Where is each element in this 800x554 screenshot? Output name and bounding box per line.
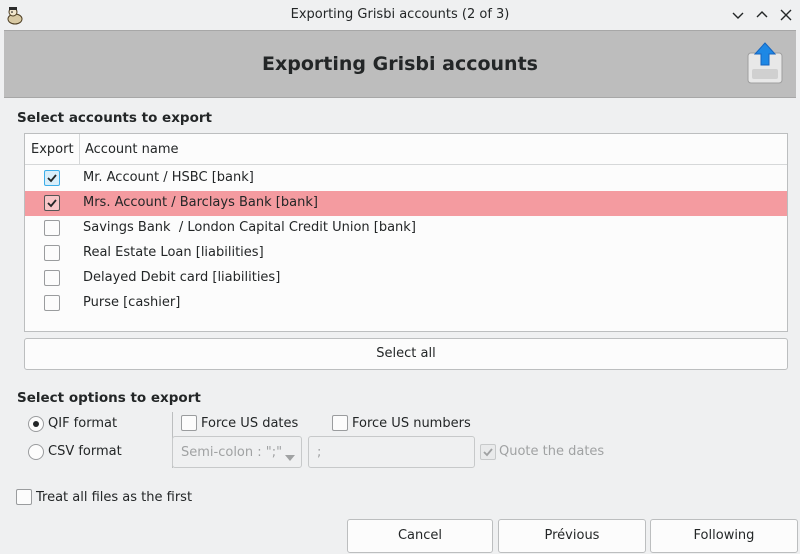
column-header-account-name[interactable]: Account name — [85, 142, 179, 157]
maximize-icon[interactable] — [753, 6, 771, 24]
force-us-dates-checkbox[interactable] — [181, 415, 197, 431]
export-upload-icon — [744, 39, 786, 87]
cancel-label: Cancel — [397, 528, 443, 543]
accounts-table[interactable]: Export Account name Mr. Account / HSBC [… — [24, 133, 788, 332]
separator-combobox[interactable]: Semi-colon : ";" — [172, 436, 302, 468]
export-checkbox[interactable] — [44, 295, 60, 311]
column-divider — [79, 134, 80, 165]
header-title: Exporting Grisbi accounts — [262, 53, 538, 75]
account-name: Mr. Account / HSBC [bank] — [83, 170, 254, 185]
account-name: Mrs. Account / Barclays Bank [bank] — [83, 195, 318, 210]
quote-dates-label[interactable]: Quote the dates — [499, 444, 604, 459]
account-name: Real Estate Loan [liabilities] — [83, 245, 264, 260]
force-us-numbers-label[interactable]: Force US numbers — [352, 416, 471, 431]
previous-button[interactable]: Prévious — [498, 519, 646, 553]
chevron-down-icon — [285, 450, 295, 465]
force-us-dates-label[interactable]: Force US dates — [201, 416, 298, 431]
column-header-export[interactable]: Export — [31, 142, 74, 157]
force-us-numbers-checkbox[interactable] — [332, 415, 348, 431]
table-row-selected[interactable]: Mrs. Account / Barclays Bank [bank] — [25, 191, 787, 216]
accounts-section-label: Select accounts to export — [17, 110, 212, 126]
close-icon[interactable] — [777, 6, 795, 24]
qif-format-radio[interactable] — [28, 416, 44, 432]
account-name: Purse [cashier] — [83, 295, 181, 310]
select-all-button[interactable]: Select all — [24, 338, 788, 370]
options-section-label: Select options to export — [17, 390, 201, 406]
table-row[interactable]: Savings Bank / London Capital Credit Uni… — [25, 216, 787, 241]
separator-text-value: ; — [317, 445, 322, 460]
select-all-label: Select all — [376, 346, 436, 361]
export-checkbox[interactable] — [44, 220, 60, 236]
previous-label: Prévious — [544, 528, 600, 543]
treat-all-label[interactable]: Treat all files as the first — [36, 490, 192, 505]
separator-text-field[interactable]: ; — [308, 436, 475, 468]
export-checkbox[interactable] — [44, 245, 60, 261]
following-label: Following — [693, 528, 755, 543]
assistant-header: Exporting Grisbi accounts — [4, 30, 796, 98]
separator-value: Semi-colon : ";" — [181, 445, 283, 460]
export-checkbox[interactable] — [44, 170, 60, 186]
table-row[interactable]: Delayed Debit card [liabilities] — [25, 266, 787, 291]
cancel-button[interactable]: Cancel — [347, 519, 493, 553]
table-header: Export Account name — [25, 134, 787, 165]
quote-dates-checkbox[interactable] — [480, 444, 496, 460]
export-checkbox[interactable] — [44, 270, 60, 286]
window-title: Exporting Grisbi accounts (2 of 3) — [290, 7, 510, 22]
treat-all-checkbox[interactable] — [16, 489, 32, 505]
table-row[interactable]: Mr. Account / HSBC [bank] — [25, 166, 787, 191]
following-button[interactable]: Following — [650, 519, 798, 553]
minimize-icon[interactable] — [729, 6, 747, 24]
export-checkbox[interactable] — [44, 195, 60, 211]
table-row[interactable]: Purse [cashier] — [25, 291, 787, 316]
csv-format-radio[interactable] — [28, 444, 44, 460]
table-row[interactable]: Real Estate Loan [liabilities] — [25, 241, 787, 266]
qif-format-label[interactable]: QIF format — [48, 416, 117, 431]
account-name: Delayed Debit card [liabilities] — [83, 270, 281, 285]
csv-format-label[interactable]: CSV format — [48, 444, 122, 459]
window-titlebar: Exporting Grisbi accounts (2 of 3) — [0, 0, 800, 30]
account-name: Savings Bank / London Capital Credit Uni… — [83, 220, 416, 235]
